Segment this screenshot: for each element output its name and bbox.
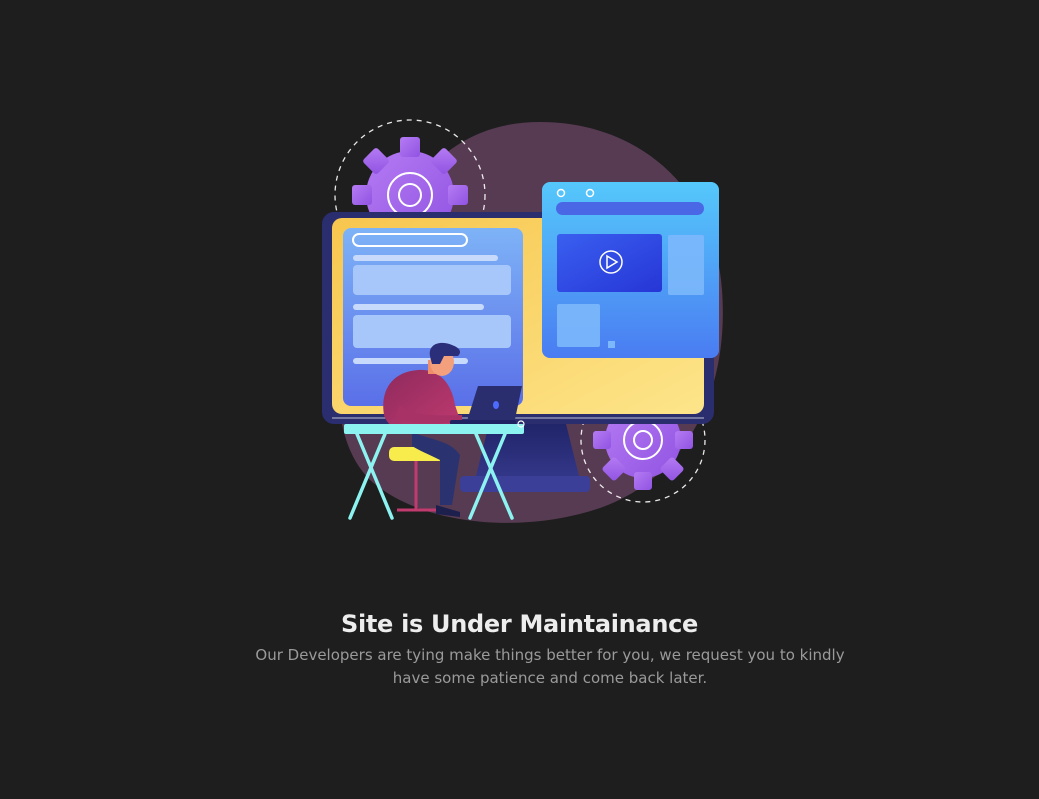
panel-card	[353, 315, 511, 348]
window-sidebar-block	[668, 235, 704, 295]
window-thumb-block	[557, 304, 600, 347]
maintenance-message: Our Developers are tying make things bet…	[255, 646, 845, 687]
monitor-base	[460, 476, 590, 492]
maintenance-page: Site is Under Maintainance Our Developer…	[0, 0, 1039, 799]
video-player	[557, 234, 662, 292]
window-small-square	[608, 341, 615, 348]
panel-line	[353, 304, 484, 310]
maintenance-illustration	[322, 119, 723, 523]
laptop-logo	[493, 401, 499, 409]
desk-top	[344, 424, 524, 434]
window-address-bar	[556, 202, 704, 215]
page-title: Site is Under Maintainance	[340, 610, 699, 638]
panel-line	[353, 255, 498, 261]
panel-card	[353, 265, 511, 295]
